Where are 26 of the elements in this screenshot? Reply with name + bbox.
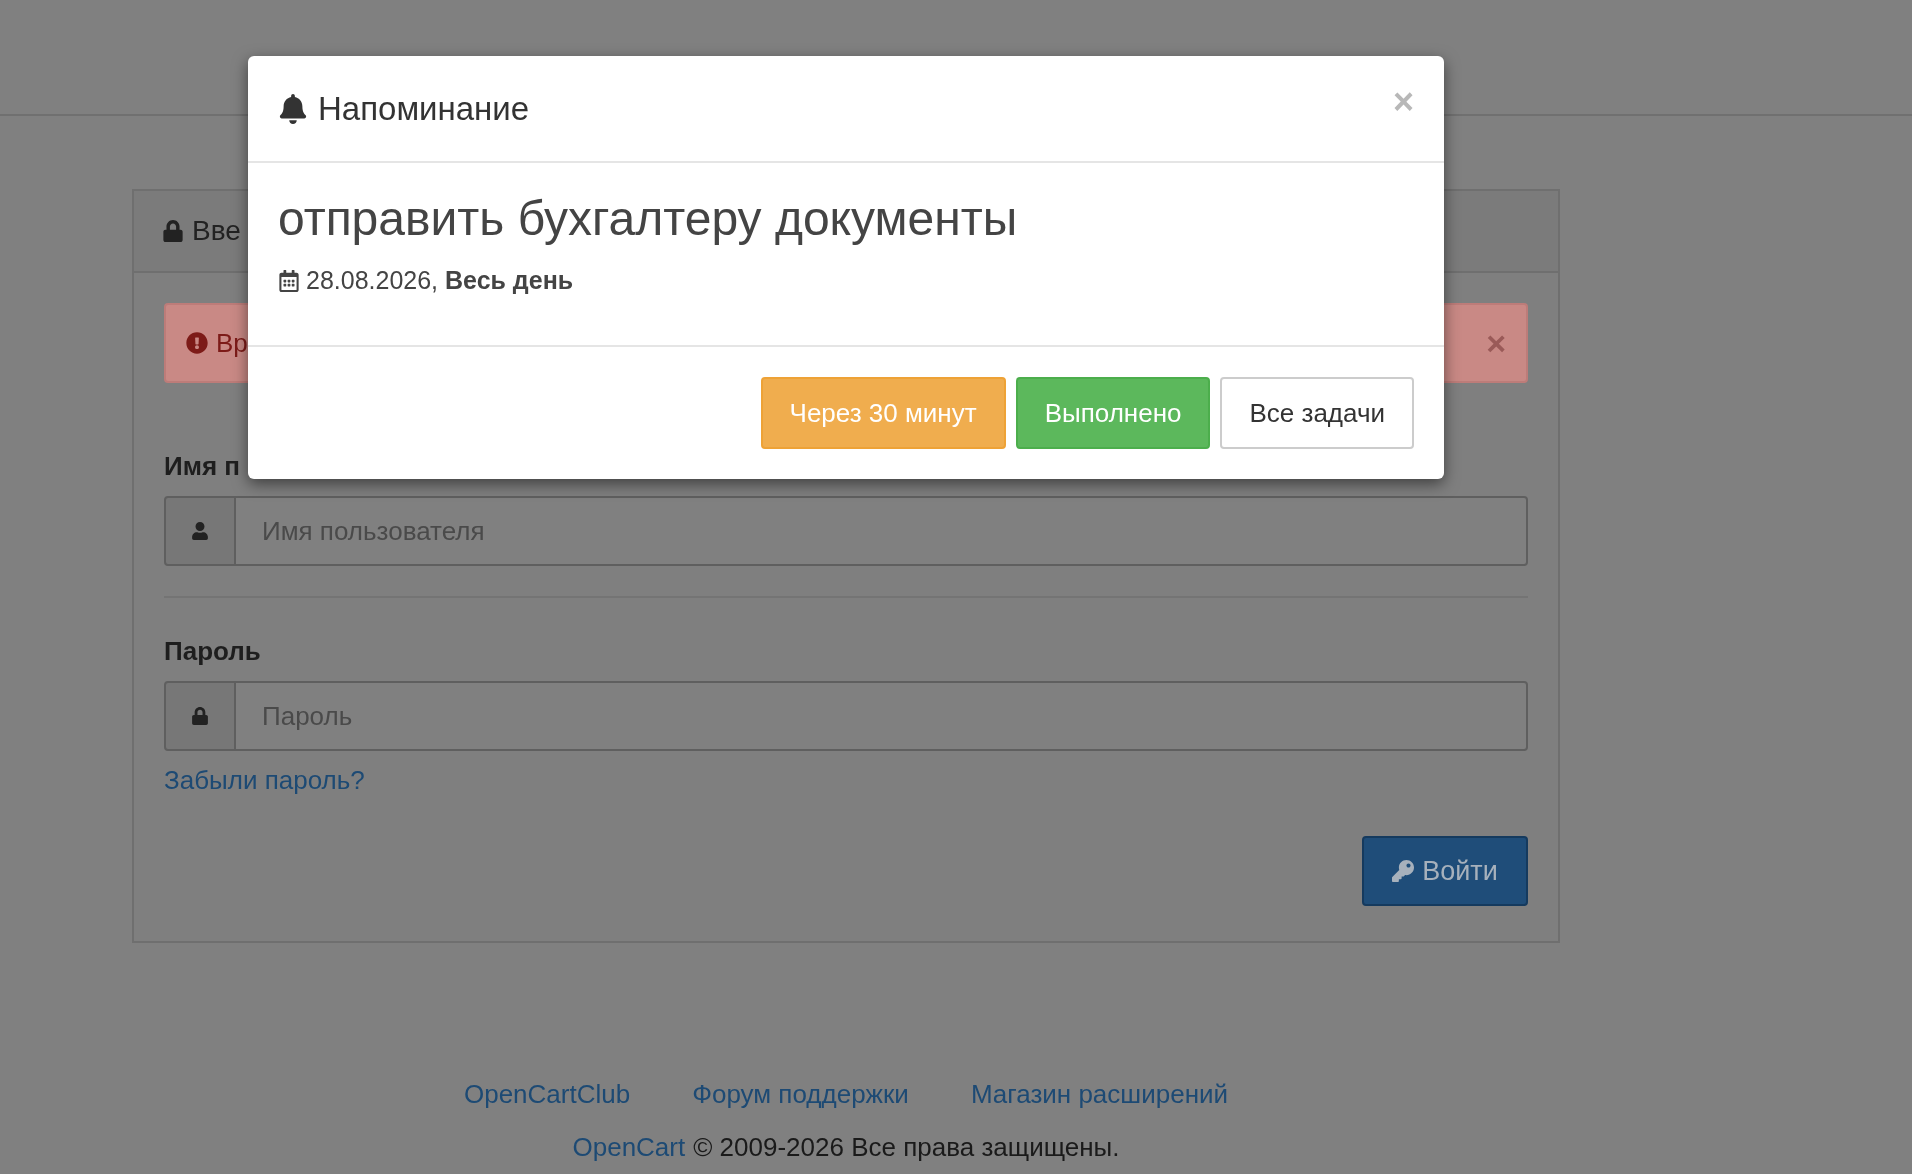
lock-icon	[191, 707, 209, 725]
field-label: Пароль	[164, 636, 262, 667]
calendar-icon	[278, 269, 300, 292]
forgot-password-link[interactable]: Забыли пароль?	[164, 765, 365, 795]
login-button[interactable]: Войти	[1362, 836, 1528, 906]
dialog-title: Напоминание	[318, 89, 530, 128]
panel-title: Вве	[192, 215, 241, 247]
task-title: отправить бухгалтеру документы	[278, 191, 1019, 246]
dialog-button[interactable]: Выполнено	[1015, 377, 1211, 449]
alert-message: Вр	[216, 327, 248, 359]
close-button[interactable]: ×	[1392, 84, 1414, 120]
bell-icon	[278, 93, 308, 124]
dialog-button[interactable]: Через 30 минут	[760, 377, 1006, 449]
dialog-button[interactable]: Все задачи	[1220, 377, 1414, 449]
exclamation-icon	[186, 332, 208, 354]
footer-link[interactable]: OpenCartClub	[463, 1079, 631, 1110]
footer-link[interactable]: Форум поддержки	[692, 1079, 909, 1110]
footer-link[interactable]: Магазин расширений	[970, 1079, 1229, 1110]
copyright-text: © 2009-2026 Все права защищены.	[693, 1132, 1120, 1163]
field-label: Имя п	[164, 451, 242, 482]
opencart-link[interactable]: OpenCart	[572, 1132, 686, 1163]
user-icon	[191, 522, 209, 540]
close-icon[interactable]: ×	[1486, 326, 1506, 360]
task-date: 28.08.2026, Весь день	[306, 266, 574, 295]
key-icon	[1392, 860, 1415, 882]
lock-icon	[162, 220, 184, 242]
